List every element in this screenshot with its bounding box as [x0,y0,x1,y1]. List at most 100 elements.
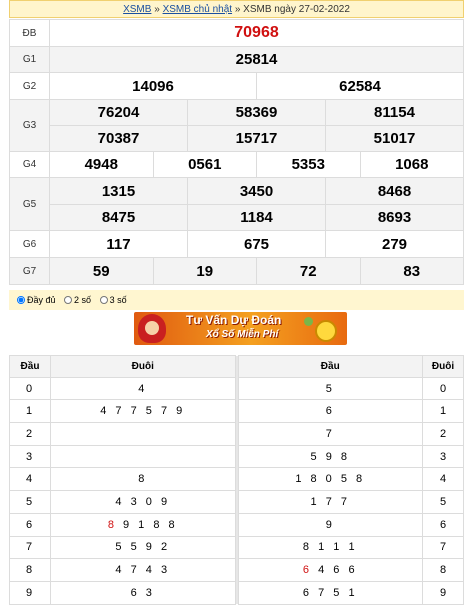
prize-label: G4 [9,151,50,178]
breadcrumb-separator: » [234,4,241,15]
loto-key: 1 [9,399,51,424]
g3-number: 15717 [187,125,326,152]
loto-key: 0 [422,376,464,401]
loto-key: 4 [422,467,464,492]
coin-icon [315,320,337,342]
loto-key: 5 [422,490,464,514]
g6-number: 279 [325,230,464,258]
display-options: Đầy đủ 2 số 3 số [9,290,464,310]
g4-number: 4948 [49,151,154,178]
g5-number: 1184 [187,204,326,231]
option-three-digits[interactable]: 3 số [99,295,127,305]
loto-tail-values: 4 7 7 5 7 9 [50,399,236,424]
breadcrumb-link-sunday[interactable]: XSMB chủ nhật [163,4,232,15]
loto-tail-values: 4 [50,376,236,401]
loto-row: 3 5 9 8 3 [9,444,464,469]
loto-row: 2 7 2 [9,422,464,446]
lottery-ball-icon [304,317,313,326]
prize-label: G6 [9,230,50,258]
row-g4: G4 4948 0561 5353 1068 [9,151,464,178]
option-two-digits-label: 2 số [74,295,92,305]
loto-tail-values [50,422,236,446]
g5-number: 8475 [49,204,188,231]
header-dau: Đầu [237,355,423,378]
loto-head-values: 7 [237,422,423,446]
loto-key: 3 [422,444,464,469]
breadcrumb: XSMB » XSMB chủ nhật » XSMB ngày 27-02-2… [9,0,464,18]
results-table: ĐB 70968 G1 25814 G2 14096 62584 G3 7620… [9,19,464,285]
loto-key: 0 [9,376,51,401]
loto-row: 7 5 5 9 2 8 1 1 1 7 [9,535,464,560]
loto-tail-values: 8 9 1 8 8 [50,512,236,537]
breadcrumb-current: XSMB ngày 27-02-2022 [243,4,350,15]
prize-label: ĐB [9,19,50,47]
prize-label: G5 [9,177,50,231]
prize-label: G2 [9,72,50,100]
loto-tail-values: 8 [50,467,236,492]
option-two-digits-radio[interactable] [64,296,73,304]
g7-number: 83 [359,257,464,285]
mascot-face-icon [145,321,159,335]
loto-key: 5 [9,490,51,514]
breadcrumb-separator: » [154,4,160,15]
g4-number: 0561 [152,151,257,178]
option-full-label: Đầy đủ [27,295,56,305]
loto-key: 2 [9,422,51,446]
row-g5: G5 1315 3450 8468 [9,177,464,231]
loto-head-values: 6 4 6 6 [237,558,423,582]
g5-number: 8468 [325,177,464,205]
loto-tail-values: 5 5 9 2 [50,535,236,560]
header-duoi: Đuôi [422,355,464,378]
g6-number: 117 [49,230,188,258]
loto-row: 5 4 3 0 9 1 7 7 5 [9,490,464,514]
special-prize-digit: 8 [107,518,117,531]
prediction-banner[interactable]: Tư Vấn Dự Đoán Xổ Số Miễn Phí [134,312,347,345]
loto-key: 8 [422,558,464,582]
loto-tail-values: 4 7 4 3 [50,558,236,582]
row-g1: G1 25814 [9,46,464,73]
special-prize-number: 70968 [49,19,464,47]
loto-tail-values: 4 3 0 9 [50,490,236,514]
option-full-radio[interactable] [17,296,25,304]
g7-number: 72 [256,257,361,285]
row-g3: 70387 15717 51017 [10,125,464,152]
g1-number: 25814 [49,46,464,73]
loto-head-values: 8 1 1 1 [237,535,423,560]
loto-key: 7 [9,535,51,560]
loto-head-values: 1 8 0 5 8 [237,467,423,492]
g3-number: 58369 [187,99,326,126]
g7-number: 19 [152,257,257,285]
prize-label: G3 [9,99,50,152]
loto-tail-values [50,444,236,469]
option-full[interactable]: Đầy đủ [17,295,56,305]
header-duoi: Đuôi [50,355,236,378]
g4-number: 1068 [359,151,464,178]
loto-head-values: 1 7 7 [237,490,423,514]
breadcrumb-link-xsmb[interactable]: XSMB [123,4,151,15]
loto-digits: 4 6 6 [312,564,358,577]
loto-row: 9 6 3 6 7 5 1 9 [9,580,464,605]
prize-label: G7 [9,257,50,285]
loto-row: 0 4 5 0 [9,376,464,401]
page: XSMB » XSMB chủ nhật » XSMB ngày 27-02-2… [0,0,473,605]
loto-row: 4 8 1 8 0 5 8 4 [9,467,464,492]
g5-number: 8693 [325,204,464,231]
loto-table: Đầu Đuôi Đầu Đuôi 0 4 5 0 1 4 7 7 5 7 9 … [9,355,464,605]
g7-number: 59 [49,257,154,285]
row-g7: G7 59 19 72 83 [9,257,464,285]
option-two-digits[interactable]: 2 số [64,295,91,305]
header-dau: Đầu [9,355,51,378]
option-three-digits-label: 3 số [109,295,127,305]
g3-number: 70387 [49,125,188,152]
loto-head-values: 9 [237,512,423,537]
g3-number: 51017 [325,125,464,152]
banner-title: Tư Vấn Dự Đoán [186,313,282,327]
option-three-digits-radio[interactable] [99,296,108,304]
loto-head-values: 5 [237,376,423,401]
banner-subtitle: Xổ Số Miễn Phí [206,329,279,340]
g2-number: 62584 [256,72,464,100]
loto-row: 6 8 9 1 8 8 9 6 [9,512,464,537]
loto-key: 4 [9,467,51,492]
loto-row: 1 4 7 7 5 7 9 6 1 [9,399,464,424]
loto-key: 7 [422,535,464,560]
